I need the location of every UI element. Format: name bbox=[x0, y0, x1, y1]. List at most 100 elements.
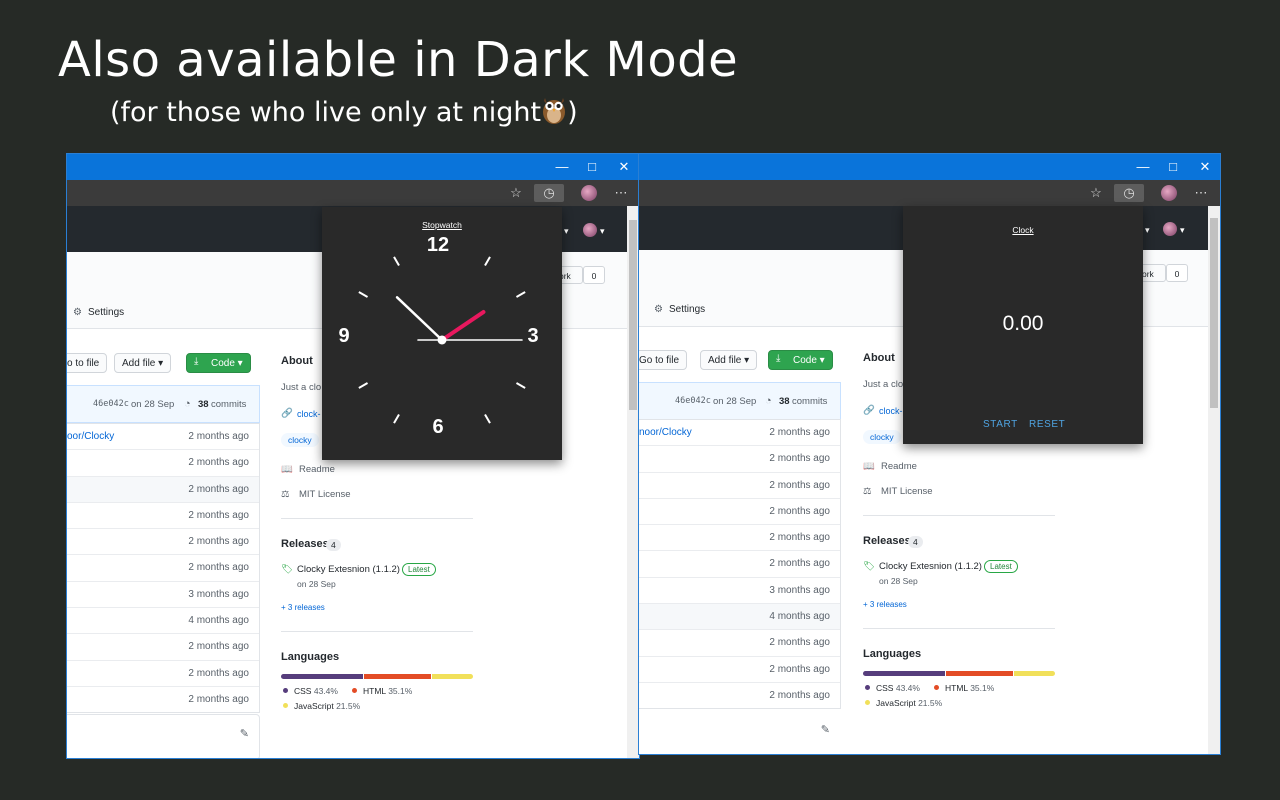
table-row[interactable]: 2 months ago bbox=[639, 550, 840, 576]
minimize-button[interactable]: — bbox=[1134, 158, 1152, 176]
numeral-9: 9 bbox=[338, 325, 350, 347]
file-name[interactable]: oor/Clocky bbox=[67, 431, 114, 442]
avatar-chevron-icon[interactable]: ▾ bbox=[600, 226, 605, 237]
row-age: 2 months ago bbox=[769, 479, 830, 491]
table-row[interactable]: 2 months ago bbox=[67, 501, 259, 528]
releases-heading[interactable]: Releases bbox=[281, 538, 329, 550]
row-age: 2 months ago bbox=[769, 427, 830, 438]
minimize-button[interactable]: — bbox=[553, 158, 571, 176]
close-button[interactable]: ✕ bbox=[1196, 158, 1214, 176]
left-scrollbar[interactable] bbox=[627, 206, 639, 758]
row-age: 4 months ago bbox=[769, 611, 830, 623]
about-link[interactable]: clock- bbox=[297, 409, 321, 419]
clock-center-pin bbox=[437, 335, 447, 345]
table-row[interactable]: 2 months ago bbox=[639, 497, 840, 524]
chevron-down-icon[interactable]: ▾ bbox=[1145, 225, 1150, 236]
right-browser-window: — □ ✕ ☆ ◷ ⋯ ▾ ▾ ⚙ Settings ork 0 Go to f… bbox=[639, 154, 1220, 754]
table-row[interactable]: 2 months ago bbox=[639, 471, 840, 498]
license-link[interactable]: MIT License bbox=[299, 489, 351, 500]
latest-commit-bar: 46e042c on 28 Sep ◔ 38 commits bbox=[67, 385, 260, 423]
table-row[interactable]: 2 months ago bbox=[67, 554, 259, 580]
add-file-button[interactable]: Add file ▾ bbox=[700, 350, 758, 370]
table-row[interactable]: 4 months ago bbox=[639, 603, 840, 630]
table-row[interactable]: 2 months ago bbox=[67, 449, 259, 475]
chevron-down-icon[interactable]: ▾ bbox=[564, 226, 569, 237]
table-row[interactable]: 2 months ago bbox=[639, 655, 840, 682]
hour-tick bbox=[393, 256, 400, 267]
license-link[interactable]: MIT License bbox=[881, 486, 933, 497]
topic-tag[interactable]: clocky bbox=[863, 430, 901, 444]
release-name[interactable]: Clocky Extesnion (1.1.2) bbox=[879, 561, 982, 572]
add-file-button[interactable]: Add file ▾ bbox=[114, 353, 172, 373]
clock-mode-link[interactable]: Clock bbox=[903, 225, 1143, 235]
js-dot bbox=[865, 700, 870, 705]
latest-badge: Latest bbox=[402, 563, 436, 576]
more-menu-icon[interactable]: ⋯ bbox=[1192, 184, 1210, 202]
table-row[interactable]: 2 months ago bbox=[67, 659, 259, 686]
table-row[interactable]: oor/Clocky 2 months ago bbox=[67, 424, 259, 449]
js-name: JavaScript bbox=[876, 698, 916, 708]
profile-avatar[interactable] bbox=[581, 185, 597, 201]
commits-link[interactable]: commits bbox=[792, 396, 827, 407]
about-link[interactable]: clock- bbox=[879, 406, 903, 416]
more-releases-link[interactable]: + 3 releases bbox=[863, 600, 907, 609]
topic-tag[interactable]: clocky bbox=[281, 433, 319, 447]
right-scrollbar[interactable] bbox=[1208, 206, 1220, 754]
readme-link[interactable]: Readme bbox=[881, 461, 917, 472]
settings-tab[interactable]: Settings bbox=[669, 304, 705, 315]
go-to-file-button[interactable]: Go to file bbox=[639, 350, 688, 370]
commit-hash[interactable]: 46e042c bbox=[675, 396, 711, 406]
close-button[interactable]: ✕ bbox=[615, 158, 633, 176]
header-avatar[interactable] bbox=[1163, 222, 1177, 236]
file-name[interactable]: noor/Clocky bbox=[639, 427, 692, 438]
html-dot bbox=[934, 685, 939, 690]
tag-icon: 🏷 bbox=[863, 561, 876, 572]
table-row[interactable]: 2 months ago bbox=[639, 445, 840, 471]
avatar-chevron-icon[interactable]: ▾ bbox=[1180, 225, 1185, 236]
more-releases-link[interactable]: + 3 releases bbox=[281, 603, 325, 612]
readme-link[interactable]: Readme bbox=[299, 464, 335, 475]
table-row[interactable]: 3 months ago bbox=[639, 576, 840, 603]
table-row[interactable]: 2 months ago bbox=[639, 629, 840, 655]
hour-tick bbox=[358, 291, 369, 298]
commits-link[interactable]: commits bbox=[211, 399, 246, 410]
table-row[interactable]: 2 months ago bbox=[67, 685, 259, 712]
clock-extension-icon[interactable]: ◷ bbox=[534, 184, 564, 202]
release-date: on 28 Sep bbox=[879, 576, 918, 586]
languages-heading: Languages bbox=[863, 648, 922, 660]
promo-headline: Also available in Dark Mode bbox=[58, 32, 739, 88]
table-row[interactable]: 2 months ago bbox=[67, 475, 259, 502]
reset-button[interactable]: RESET bbox=[1029, 419, 1065, 430]
pencil-icon[interactable]: ✎ bbox=[821, 723, 830, 736]
maximize-button[interactable]: □ bbox=[583, 158, 601, 176]
more-menu-icon[interactable]: ⋯ bbox=[612, 184, 630, 202]
maximize-button[interactable]: □ bbox=[1164, 158, 1182, 176]
table-row[interactable]: 4 months ago bbox=[67, 607, 259, 633]
js-percent: 21.5% bbox=[336, 701, 361, 711]
js-dot bbox=[283, 703, 288, 708]
numeral-3: 3 bbox=[527, 325, 539, 347]
table-row[interactable]: 3 months ago bbox=[67, 580, 259, 607]
link-icon: 🔗 bbox=[281, 408, 293, 419]
release-name[interactable]: Clocky Extesnion (1.1.2) bbox=[297, 564, 400, 575]
settings-tab[interactable]: Settings bbox=[88, 307, 124, 318]
table-row[interactable]: 2 months ago bbox=[639, 681, 840, 708]
table-row[interactable]: 2 months ago bbox=[639, 524, 840, 550]
js-name: JavaScript bbox=[294, 701, 334, 711]
profile-avatar[interactable] bbox=[1161, 185, 1177, 201]
star-icon[interactable]: ☆ bbox=[1087, 184, 1105, 202]
header-avatar[interactable] bbox=[583, 223, 597, 237]
table-row[interactable]: 2 months ago bbox=[67, 633, 259, 659]
go-to-file-button[interactable]: o to file bbox=[67, 353, 108, 373]
star-icon[interactable]: ☆ bbox=[507, 184, 525, 202]
scroll-thumb[interactable] bbox=[1210, 218, 1218, 408]
table-row[interactable]: 2 months ago bbox=[67, 528, 259, 554]
releases-heading[interactable]: Releases bbox=[863, 535, 911, 547]
pencil-icon[interactable]: ✎ bbox=[240, 727, 249, 740]
clock-extension-icon[interactable]: ◷ bbox=[1114, 184, 1144, 202]
scroll-thumb[interactable] bbox=[629, 220, 637, 410]
table-row[interactable]: noor/Clocky 2 months ago bbox=[639, 420, 840, 445]
commit-hash[interactable]: 46e042c bbox=[93, 399, 129, 409]
start-button[interactable]: START bbox=[983, 419, 1018, 430]
owl-icon bbox=[541, 95, 567, 132]
